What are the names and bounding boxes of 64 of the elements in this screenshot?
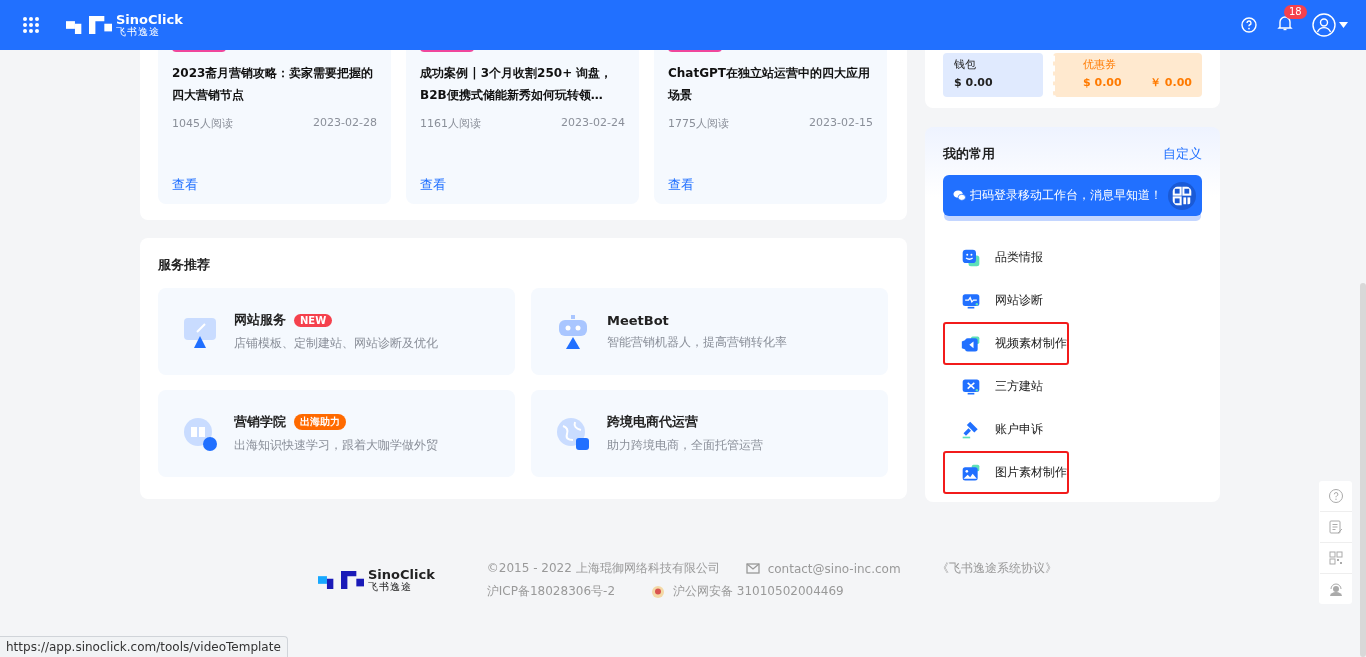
article-date: 2023-02-28	[313, 116, 377, 131]
service-description: 出海知识快速学习，跟着大咖学做外贸	[234, 437, 438, 454]
service-card[interactable]: MeetBot 智能营销机器人，提高营销转化率	[531, 288, 888, 375]
logo-mark-icon	[318, 571, 364, 589]
section-title: 我的常用	[943, 145, 995, 163]
logo-mark-icon	[66, 16, 112, 34]
avatar-icon[interactable]	[1312, 13, 1336, 37]
view-link[interactable]: 查看	[172, 176, 198, 194]
logo-text: SinoClick	[368, 568, 435, 581]
service-card[interactable]: 跨境电商代运营 助力跨境电商，全面托管运营	[531, 390, 888, 477]
service-card[interactable]: 营销学院 出海助力 出海知识快速学习，跟着大咖学做外贸	[158, 390, 515, 477]
view-link[interactable]: 查看	[668, 176, 694, 194]
banner-text: 扫码登录移动工作台，消息早知道！	[970, 187, 1162, 204]
view-link[interactable]: 查看	[420, 176, 446, 194]
apps-grid-icon[interactable]	[22, 16, 40, 34]
article-date: 2023-02-24	[561, 116, 625, 131]
logo-text: SinoClick	[116, 13, 183, 26]
icp-number: 沪ICP备18028306号-2	[486, 583, 615, 600]
favorite-item[interactable]: 视频素材制作	[943, 322, 1069, 365]
service-name: MeetBot	[607, 312, 669, 328]
read-count: 1161人阅读	[420, 116, 481, 131]
service-description: 助力跨境电商，全面托管运营	[607, 437, 763, 454]
logo-subtitle: 飞书逸途	[116, 27, 161, 37]
service-description: 店铺模板、定制建站、网站诊断及优化	[234, 335, 438, 352]
article-date: 2023-02-15	[809, 116, 873, 131]
wallet-amount: $ 0.00	[954, 76, 993, 89]
customize-link[interactable]: 自定义	[1163, 145, 1202, 163]
favorite-item[interactable]: 三方建站	[943, 365, 1069, 408]
service-badge: NEW	[294, 313, 333, 327]
favorite-item[interactable]: 图片素材制作	[943, 451, 1069, 494]
article-title: 成功案例 | 3个月收割250+ 询盘，B2B便携式储能新秀如何玩转领…	[420, 65, 614, 104]
favorite-item[interactable]: 账户申诉	[943, 408, 1069, 451]
article-title: 2023斋月营销攻略：卖家需要把握的四大营销节点	[172, 65, 375, 104]
bell-icon[interactable]	[1276, 14, 1294, 32]
favorite-item[interactable]: 品类情报	[943, 236, 1069, 279]
coupon-cny-amount: ￥ 0.00	[1150, 75, 1192, 91]
read-count: 1775人阅读	[668, 116, 729, 131]
coupon-label: 优惠券	[1083, 57, 1117, 73]
image-icon	[961, 462, 981, 483]
chat-icon	[961, 247, 981, 268]
wallet-label: 钱包	[954, 57, 977, 73]
service-card[interactable]: 网站服务 NEW 店铺模板、定制建站、网站诊断及优化	[158, 288, 515, 375]
favorite-item[interactable]: 网站诊断	[943, 279, 1069, 322]
service-badge: 出海助力	[294, 414, 346, 430]
caret-icon[interactable]	[1339, 22, 1348, 28]
article-title: ChatGPT在独立站运营中的四大应用场景	[668, 65, 871, 104]
scrollbar-thumb[interactable]	[1360, 283, 1366, 657]
service-description: 智能营销机器人，提高营销转化率	[607, 333, 787, 351]
police-badge-icon	[651, 584, 665, 599]
section-title: 服务推荐	[158, 256, 211, 274]
read-count: 1045人阅读	[172, 116, 233, 131]
notification-badge: 18	[1284, 5, 1307, 19]
service-name: 跨境电商代运营	[607, 413, 698, 431]
logo-subtitle: 飞书逸途	[368, 582, 413, 592]
qr-code-icon[interactable]	[1168, 181, 1196, 210]
police-record-number: 沪公网安备 31010502004469	[673, 583, 844, 600]
mail-icon	[745, 563, 760, 574]
wallet-card[interactable]: 钱包 $ 0.00	[943, 53, 1043, 97]
status-url: https://app.sinoclick.com/tools/videoTemplate	[0, 636, 288, 657]
copyright-text: ©2015 - 2022 上海琨御网络科技有限公司	[486, 560, 720, 577]
service-name: 网站服务	[234, 311, 286, 329]
service-name: 营销学院	[234, 413, 286, 431]
coupon-usd-amount: $ 0.00	[1083, 75, 1122, 91]
chat-bubbles-icon	[953, 189, 966, 202]
